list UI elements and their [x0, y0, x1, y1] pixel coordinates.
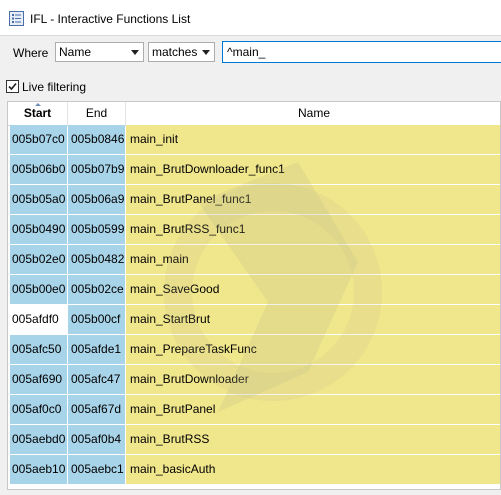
cell-start-address: 005b0490	[10, 215, 67, 244]
column-header-end[interactable]: End	[68, 102, 126, 125]
cell-start-address: 005afdf0	[10, 305, 67, 334]
cell-end-address: 005afc47	[68, 365, 125, 394]
table-row[interactable]: 005b0490 005b0599 main_BrutRSS_func1	[8, 215, 500, 245]
cell-function-name: main_BrutPanel	[126, 395, 500, 424]
cell-end-address: 005b0846	[68, 125, 125, 154]
cell-end-address: 005b06a9	[68, 185, 125, 214]
cell-start-address: 005b00e0	[10, 275, 67, 304]
cell-function-name: main_BrutPanel_func1	[126, 185, 500, 214]
cell-end-address: 005b00cf	[68, 305, 125, 334]
cell-function-name: main_BrutDownloader	[126, 365, 500, 394]
cell-function-name: main_main	[126, 245, 500, 274]
cell-function-name: main_BrutRSS_func1	[126, 215, 500, 244]
cell-function-name: main_StartBrut	[126, 305, 500, 334]
cell-function-name: main_PrepareTaskFunc	[126, 335, 500, 364]
cell-function-name: main_SaveGood	[126, 275, 500, 304]
cell-end-address: 005b0599	[68, 215, 125, 244]
cell-function-name: main_basicAuth	[126, 455, 500, 484]
table-row[interactable]: 005af0c0 005af67d main_BrutPanel	[8, 395, 500, 425]
live-filtering-checkbox[interactable]	[6, 80, 19, 93]
live-filtering-label: Live filtering	[22, 80, 87, 94]
table-row[interactable]: 005b02e0 005b0482 main_main	[8, 245, 500, 275]
filter-toolbar: Where Name matches	[0, 37, 501, 70]
cell-start-address: 005b07c0	[10, 125, 67, 154]
cell-start-address: 005aeb10	[10, 455, 67, 484]
title-bar: IFL - Interactive Functions List	[0, 0, 501, 36]
live-filtering-row: Live filtering	[0, 77, 501, 97]
operator-select-value: matches	[152, 45, 198, 59]
table-row[interactable]: 005aeb10 005aebc1 main_basicAuth	[8, 455, 500, 485]
cell-start-address: 005b06b0	[10, 155, 67, 184]
column-header-start[interactable]: Start	[8, 102, 68, 125]
column-header-name[interactable]: Name	[126, 102, 500, 125]
cell-start-address: 005b02e0	[10, 245, 67, 274]
table-header: Start End Name	[8, 102, 500, 126]
cell-end-address: 005afde1	[68, 335, 125, 364]
chevron-down-icon	[202, 50, 210, 55]
table-row[interactable]: 005b05a0 005b06a9 main_BrutPanel_func1	[8, 185, 500, 215]
cell-end-address: 005b0482	[68, 245, 125, 274]
sort-ascending-icon	[35, 103, 41, 106]
cell-function-name: main_BrutRSS	[126, 425, 500, 454]
field-select[interactable]: Name	[55, 42, 144, 62]
table-row[interactable]: 005b07c0 005b0846 main_init	[8, 125, 500, 155]
cell-start-address: 005af690	[10, 365, 67, 394]
cell-start-address: 005aebd0	[10, 425, 67, 454]
cell-end-address: 005b07b9	[68, 155, 125, 184]
cell-function-name: main_BrutDownloader_func1	[126, 155, 500, 184]
cell-end-address: 005af0b4	[68, 425, 125, 454]
table-row[interactable]: 005b06b0 005b07b9 main_BrutDownloader_func…	[8, 155, 500, 185]
list-window-icon	[9, 11, 24, 26]
cell-end-address: 005aebc1	[68, 455, 125, 484]
table-row[interactable]: 005aebd0 005af0b4 main_BrutRSS	[8, 425, 500, 455]
operator-select[interactable]: matches	[148, 42, 215, 62]
chevron-down-icon	[131, 50, 139, 55]
table-row[interactable]: 005b00e0 005b02ce main_SaveGood	[8, 275, 500, 305]
cell-start-address: 005af0c0	[10, 395, 67, 424]
window-title: IFL - Interactive Functions List	[30, 12, 191, 26]
cell-start-address: 005b05a0	[10, 185, 67, 214]
pattern-input[interactable]	[222, 41, 501, 63]
table-row[interactable]: 005af690 005afc47 main_BrutDownloader	[8, 365, 500, 395]
where-label: Where	[13, 46, 49, 60]
cell-function-name: main_init	[126, 125, 500, 154]
table-row[interactable]: 005afdf0 005b00cf main_StartBrut	[8, 305, 500, 335]
field-select-value: Name	[59, 45, 92, 59]
cell-end-address: 005af67d	[68, 395, 125, 424]
cell-start-address: 005afc50	[10, 335, 67, 364]
table-row[interactable]: 005afc50 005afde1 main_PrepareTaskFunc	[8, 335, 500, 365]
cell-end-address: 005b02ce	[68, 275, 125, 304]
functions-table: Start End Name 005b07c0 005b0846 main_init…	[7, 101, 501, 490]
